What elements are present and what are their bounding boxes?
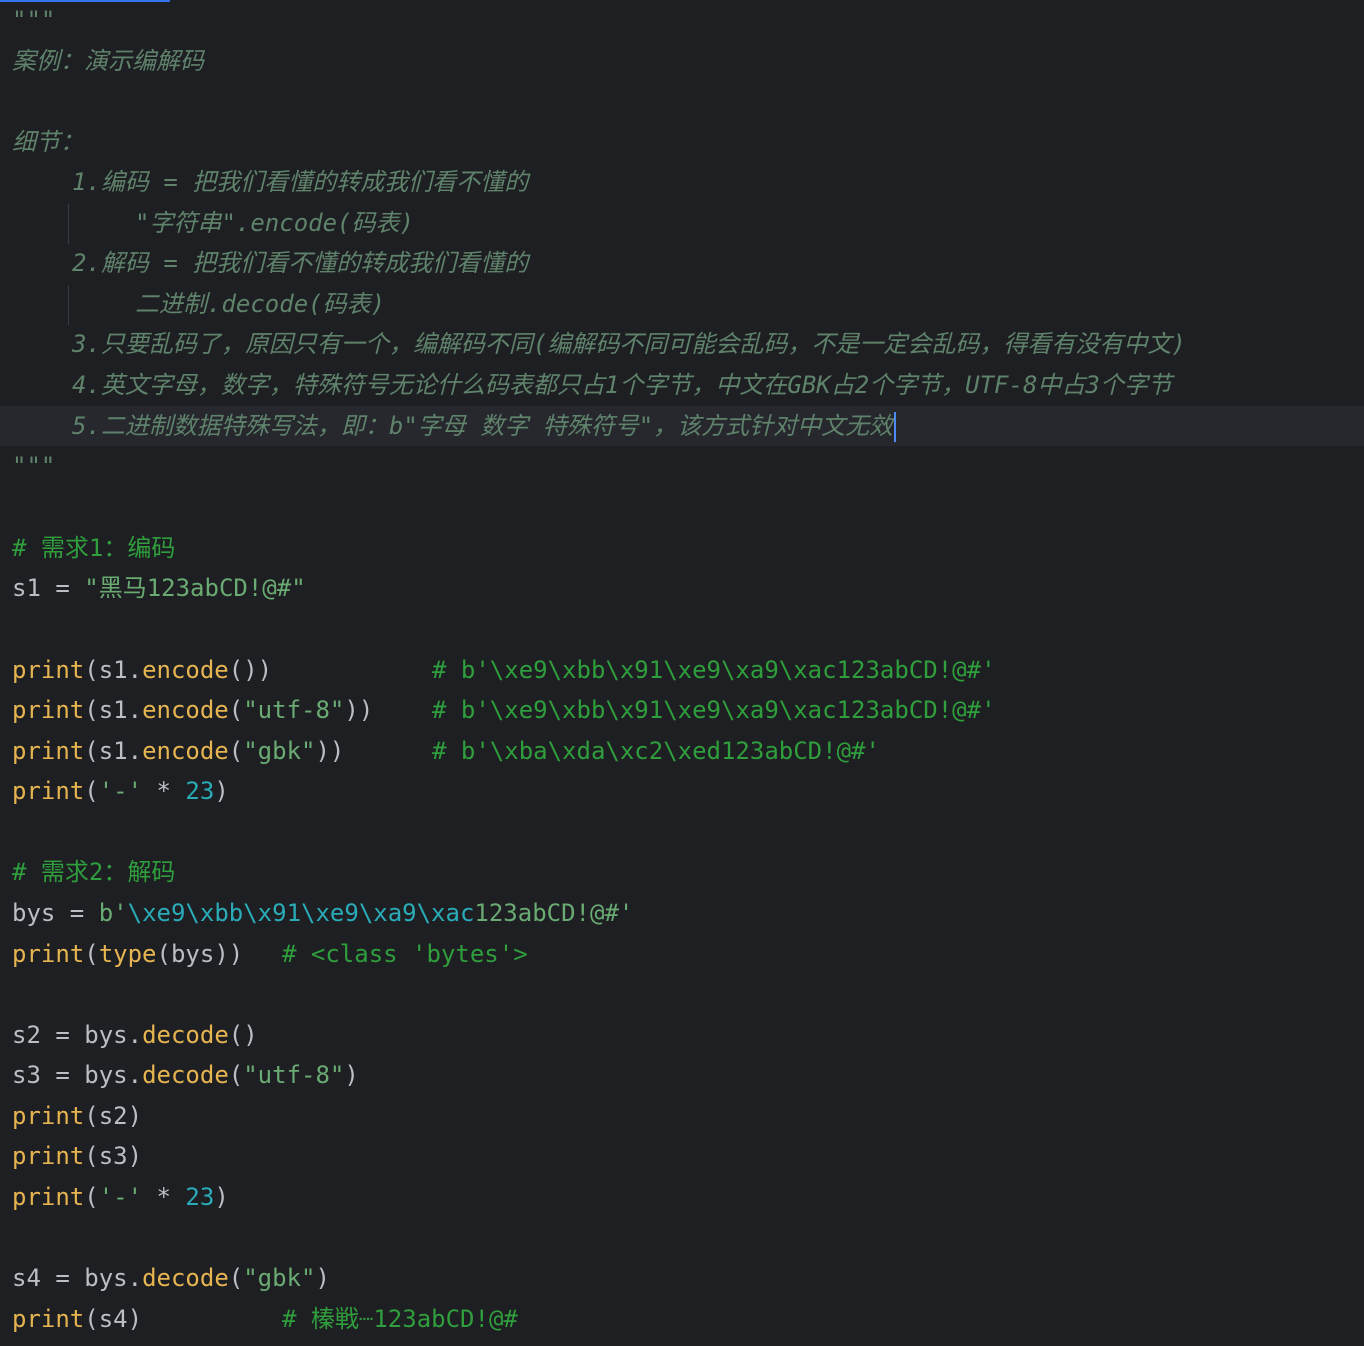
- string-literal: 123abCD!@#': [474, 899, 634, 927]
- code-line-4[interactable]: 细节：: [0, 122, 1364, 162]
- code-line-18[interactable]: print(s1.encode("utf-8")) # b'\xe9\xbb\x9…: [0, 690, 1364, 730]
- string-literal: "utf-8": [243, 1061, 345, 1089]
- builtin-print: print: [12, 940, 85, 968]
- builtin-print: print: [12, 777, 85, 805]
- comment: # b'\xba\xda\xc2\xed123abCD!@#': [432, 737, 880, 765]
- code-line-33[interactable]: print(s4) # 榛戦┈123abCD!@#: [0, 1299, 1364, 1339]
- method-name: encode: [142, 656, 229, 684]
- builtin-print: print: [12, 1183, 85, 1211]
- docstring-delimiter: """: [12, 6, 56, 34]
- variable: bys: [12, 899, 56, 927]
- method-name: encode: [142, 696, 229, 724]
- method-name: decode: [142, 1021, 229, 1049]
- string-literal: '-': [98, 777, 143, 805]
- docstring-text: 4.英文字母，数字，特殊符号无论什么码表都只占1个字节，中文在GBK占2个字节，…: [72, 371, 1172, 399]
- comment: # b'\xe9\xbb\x91\xe9\xa9\xac123abCD!@#': [432, 656, 996, 684]
- variable: s1: [98, 737, 128, 765]
- comment: # b'\xe9\xbb\x91\xe9\xa9\xac123abCD!@#': [432, 696, 996, 724]
- code-editor[interactable]: """ 案例：演示编解码 细节： 1.编码 = 把我们看懂的转成我们看不懂的 "…: [0, 0, 1364, 1346]
- builtin-print: print: [12, 1102, 85, 1130]
- code-line-2[interactable]: 案例：演示编解码: [0, 41, 1364, 81]
- comment: # <class 'bytes'>: [282, 940, 528, 968]
- builtin-print: print: [12, 1142, 85, 1170]
- builtin-type: type: [98, 940, 157, 968]
- comment: # 需求2：解码: [12, 858, 176, 886]
- string-literal: "gbk": [243, 1264, 316, 1292]
- string-literal: '-': [98, 1183, 143, 1211]
- bytes-prefix: b': [98, 899, 128, 927]
- string-literal: "gbk": [243, 737, 316, 765]
- code-line-9[interactable]: 3.只要乱码了，原因只有一个，编解码不同(编解码不同可能会乱码，不是一定会乱码，…: [0, 324, 1364, 364]
- code-line-26[interactable]: s2 = bys.decode(): [0, 1015, 1364, 1055]
- comment: # 需求1：编码: [12, 534, 176, 562]
- variable: s2: [98, 1102, 128, 1130]
- code-line-8[interactable]: 二进制.decode(码表): [0, 284, 1364, 324]
- method-name: decode: [142, 1264, 229, 1292]
- code-line-10[interactable]: 4.英文字母，数字，特殊符号无论什么码表都只占1个字节，中文在GBK占2个字节，…: [0, 365, 1364, 405]
- method-name: encode: [142, 737, 229, 765]
- variable: s1: [12, 574, 41, 602]
- code-line-27[interactable]: s3 = bys.decode("utf-8"): [0, 1055, 1364, 1095]
- variable: s1: [98, 696, 128, 724]
- code-line-7[interactable]: 2.解码 = 把我们看不懂的转成我们看懂的: [0, 243, 1364, 283]
- builtin-print: print: [12, 1305, 85, 1333]
- code-line-1[interactable]: """: [0, 0, 1364, 40]
- code-line-current[interactable]: 5.二进制数据特殊写法，即：b"字母 数字 特殊符号"，该方式针对中文无效: [0, 406, 1364, 446]
- docstring-text: 细节：: [12, 128, 84, 156]
- variable: s4: [98, 1305, 128, 1333]
- builtin-print: print: [12, 656, 85, 684]
- docstring-text: 1.编码 = 把我们看懂的转成我们看不懂的: [72, 168, 529, 196]
- comment: # 榛戦┈123abCD!@#: [282, 1305, 518, 1333]
- docstring-text: 二进制.decode(码表): [135, 290, 386, 318]
- code-line-32[interactable]: s4 = bys.decode("gbk"): [0, 1258, 1364, 1298]
- code-line-21[interactable]: [0, 812, 1364, 852]
- code-line-12[interactable]: """: [0, 446, 1364, 486]
- code-line-29[interactable]: print(s3): [0, 1136, 1364, 1176]
- code-line-24[interactable]: print(type(bys)) # <class 'bytes'>: [0, 934, 1364, 974]
- code-line-30[interactable]: print('-' * 23): [0, 1177, 1364, 1217]
- code-line-13[interactable]: [0, 487, 1364, 527]
- escape-sequence: \xe9\xbb\x91\xe9\xa9\xac: [127, 899, 475, 927]
- variable: s1: [98, 656, 128, 684]
- string-literal: "utf-8": [243, 696, 345, 724]
- code-line-25[interactable]: [0, 974, 1364, 1014]
- number-literal: 23: [185, 777, 215, 805]
- number-literal: 23: [185, 1183, 215, 1211]
- code-line-3[interactable]: [0, 81, 1364, 121]
- variable: s4: [12, 1264, 41, 1292]
- code-line-17[interactable]: print(s1.encode()) # b'\xe9\xbb\x91\xe9\x…: [0, 650, 1364, 690]
- variable: s3: [98, 1142, 128, 1170]
- code-line-6[interactable]: "字符串".encode(码表): [0, 203, 1364, 243]
- code-line-31[interactable]: [0, 1218, 1364, 1258]
- code-line-28[interactable]: print(s2): [0, 1096, 1364, 1136]
- code-line-23[interactable]: bys = b'\xe9\xbb\x91\xe9\xa9\xac123abCD!…: [0, 893, 1364, 933]
- text-caret: [894, 412, 897, 442]
- docstring-text: 3.只要乱码了，原因只有一个，编解码不同(编解码不同可能会乱码，不是一定会乱码，…: [72, 330, 1186, 358]
- code-line-20[interactable]: print('-' * 23): [0, 771, 1364, 811]
- docstring-delimiter: """: [12, 452, 56, 480]
- variable: s2: [12, 1021, 41, 1049]
- docstring-text: 2.解码 = 把我们看不懂的转成我们看懂的: [72, 249, 529, 277]
- code-line-16[interactable]: [0, 609, 1364, 649]
- variable: bys: [170, 940, 215, 968]
- code-line-15[interactable]: s1 = "黑马123abCD!@#": [0, 568, 1364, 608]
- string-literal: "黑马123abCD!@#": [84, 574, 306, 602]
- variable: bys: [84, 1264, 128, 1292]
- variable: bys: [84, 1061, 128, 1089]
- code-line-22[interactable]: # 需求2：解码: [0, 852, 1364, 892]
- code-line-14[interactable]: # 需求1：编码: [0, 528, 1364, 568]
- docstring-title: 案例：演示编解码: [12, 47, 204, 75]
- builtin-print: print: [12, 737, 85, 765]
- variable: bys: [84, 1021, 128, 1049]
- code-line-5[interactable]: 1.编码 = 把我们看懂的转成我们看不懂的: [0, 162, 1364, 202]
- method-name: decode: [142, 1061, 229, 1089]
- code-line-19[interactable]: print(s1.encode("gbk")) # b'\xba\xda\xc2\…: [0, 731, 1364, 771]
- variable: s3: [12, 1061, 41, 1089]
- docstring-text: "字符串".encode(码表): [135, 209, 414, 237]
- builtin-print: print: [12, 696, 85, 724]
- docstring-text: 5.二进制数据特殊写法，即：b"字母 数字 特殊符号"，该方式针对中文无效: [72, 412, 894, 440]
